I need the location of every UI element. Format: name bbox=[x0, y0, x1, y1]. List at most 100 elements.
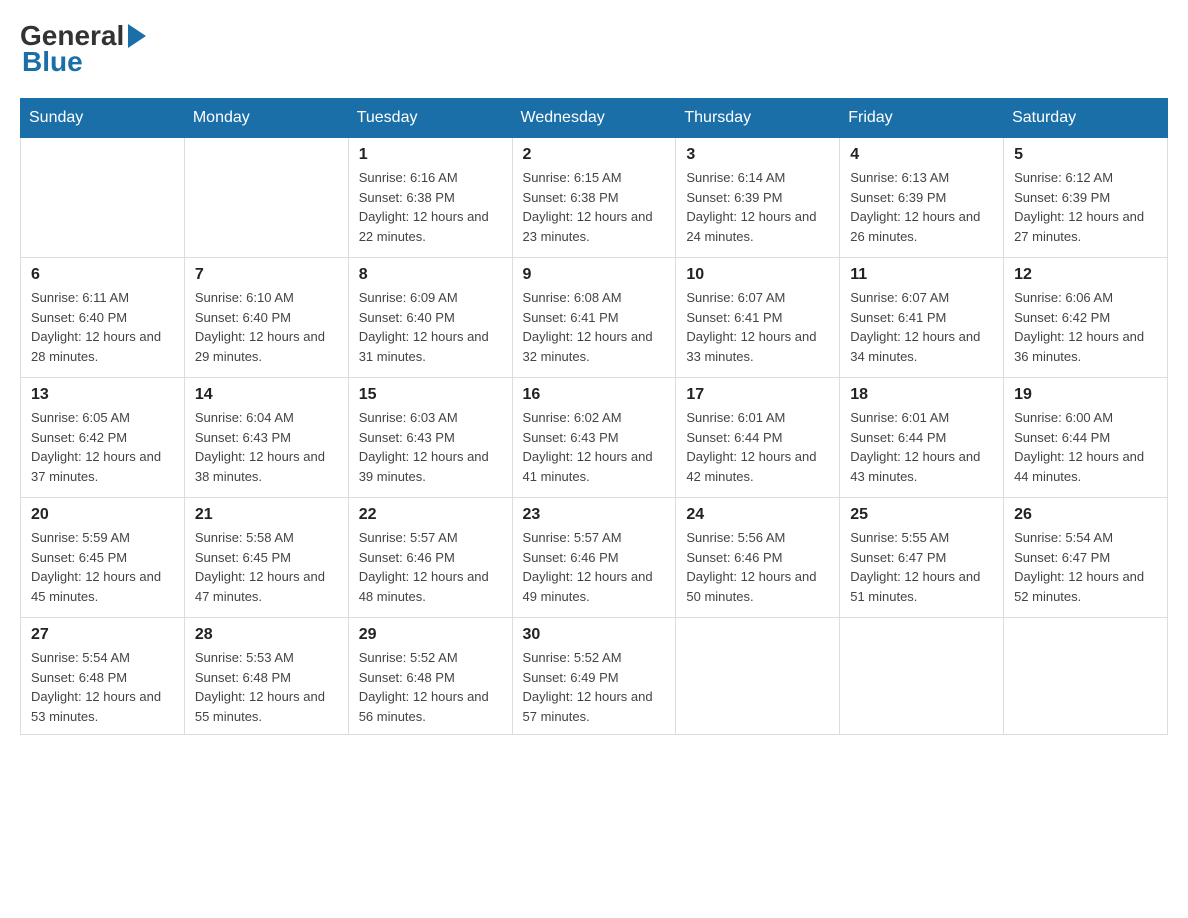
day-number: 19 bbox=[1014, 386, 1157, 404]
calendar-cell: 8Sunrise: 6:09 AMSunset: 6:40 PMDaylight… bbox=[348, 258, 512, 378]
day-info: Sunrise: 5:57 AMSunset: 6:46 PMDaylight:… bbox=[523, 528, 666, 606]
day-info: Sunrise: 6:06 AMSunset: 6:42 PMDaylight:… bbox=[1014, 288, 1157, 366]
day-number: 1 bbox=[359, 146, 502, 164]
calendar-cell: 2Sunrise: 6:15 AMSunset: 6:38 PMDaylight… bbox=[512, 138, 676, 258]
day-info: Sunrise: 6:03 AMSunset: 6:43 PMDaylight:… bbox=[359, 408, 502, 486]
day-number: 13 bbox=[31, 386, 174, 404]
day-number: 21 bbox=[195, 506, 338, 524]
calendar-cell: 16Sunrise: 6:02 AMSunset: 6:43 PMDayligh… bbox=[512, 378, 676, 498]
day-number: 3 bbox=[686, 146, 829, 164]
day-number: 27 bbox=[31, 626, 174, 644]
day-info: Sunrise: 6:14 AMSunset: 6:39 PMDaylight:… bbox=[686, 168, 829, 246]
calendar-cell: 10 Sunrise: 6:07 AMSunset: 6:41 PMDayligh… bbox=[676, 258, 840, 378]
day-number: 9 bbox=[523, 266, 666, 284]
weekday-header-friday: Friday bbox=[840, 99, 1004, 138]
weekday-header-tuesday: Tuesday bbox=[348, 99, 512, 138]
logo-blue-text: Blue bbox=[22, 46, 83, 78]
logo: General Blue bbox=[20, 20, 146, 78]
calendar-cell: 6 Sunrise: 6:11 AMSunset: 6:40 PMDaylight… bbox=[21, 258, 185, 378]
day-info: Sunrise: 6:01 AMSunset: 6:44 PMDaylight:… bbox=[686, 408, 829, 486]
calendar-cell: 25 Sunrise: 5:55 AMSunset: 6:47 PMDayligh… bbox=[840, 498, 1004, 618]
day-number: 18 bbox=[850, 386, 993, 404]
weekday-header-sunday: Sunday bbox=[21, 99, 185, 138]
calendar-cell bbox=[21, 138, 185, 258]
day-info: Sunrise: 5:53 AMSunset: 6:48 PMDaylight:… bbox=[195, 648, 338, 726]
calendar-cell bbox=[676, 618, 840, 735]
day-info: Sunrise: 5:54 AMSunset: 6:48 PMDaylight:… bbox=[31, 648, 174, 726]
day-info: Sunrise: 6:04 AMSunset: 6:43 PMDaylight:… bbox=[195, 408, 338, 486]
day-number: 4 bbox=[850, 146, 993, 164]
calendar-cell: 1 Sunrise: 6:16 AMSunset: 6:38 PMDaylight… bbox=[348, 138, 512, 258]
day-info: Sunrise: 5:54 AMSunset: 6:47 PMDaylight:… bbox=[1014, 528, 1157, 606]
calendar-cell: 17Sunrise: 6:01 AMSunset: 6:44 PMDayligh… bbox=[676, 378, 840, 498]
day-number: 30 bbox=[523, 626, 666, 644]
calendar-cell bbox=[1004, 618, 1168, 735]
calendar-cell: 15Sunrise: 6:03 AMSunset: 6:43 PMDayligh… bbox=[348, 378, 512, 498]
day-info: Sunrise: 5:57 AMSunset: 6:46 PMDaylight:… bbox=[359, 528, 502, 606]
day-number: 25 bbox=[850, 506, 993, 524]
day-number: 22 bbox=[359, 506, 502, 524]
day-info: Sunrise: 5:55 AMSunset: 6:47 PMDaylight:… bbox=[850, 528, 993, 606]
day-info: Sunrise: 6:11 AMSunset: 6:40 PMDaylight:… bbox=[31, 288, 174, 366]
calendar-cell bbox=[184, 138, 348, 258]
calendar-cell: 24 Sunrise: 5:56 AMSunset: 6:46 PMDayligh… bbox=[676, 498, 840, 618]
day-number: 20 bbox=[31, 506, 174, 524]
calendar-cell: 12 Sunrise: 6:06 AMSunset: 6:42 PMDayligh… bbox=[1004, 258, 1168, 378]
calendar-body: 1 Sunrise: 6:16 AMSunset: 6:38 PMDaylight… bbox=[21, 138, 1168, 735]
calendar-table: SundayMondayTuesdayWednesdayThursdayFrid… bbox=[20, 98, 1168, 735]
day-number: 23 bbox=[523, 506, 666, 524]
day-info: Sunrise: 6:13 AMSunset: 6:39 PMDaylight:… bbox=[850, 168, 993, 246]
calendar-week-row: 27 Sunrise: 5:54 AMSunset: 6:48 PMDayligh… bbox=[21, 618, 1168, 735]
weekday-header-wednesday: Wednesday bbox=[512, 99, 676, 138]
calendar-week-row: 6 Sunrise: 6:11 AMSunset: 6:40 PMDaylight… bbox=[21, 258, 1168, 378]
header: General Blue bbox=[20, 20, 1168, 78]
calendar-cell: 19 Sunrise: 6:00 AMSunset: 6:44 PMDayligh… bbox=[1004, 378, 1168, 498]
day-number: 24 bbox=[686, 506, 829, 524]
day-number: 2 bbox=[523, 146, 666, 164]
day-info: Sunrise: 6:05 AMSunset: 6:42 PMDaylight:… bbox=[31, 408, 174, 486]
calendar-cell: 7 Sunrise: 6:10 AMSunset: 6:40 PMDaylight… bbox=[184, 258, 348, 378]
day-number: 26 bbox=[1014, 506, 1157, 524]
day-info: Sunrise: 6:01 AMSunset: 6:44 PMDaylight:… bbox=[850, 408, 993, 486]
day-info: Sunrise: 6:00 AMSunset: 6:44 PMDaylight:… bbox=[1014, 408, 1157, 486]
day-info: Sunrise: 6:10 AMSunset: 6:40 PMDaylight:… bbox=[195, 288, 338, 366]
calendar-cell: 18 Sunrise: 6:01 AMSunset: 6:44 PMDayligh… bbox=[840, 378, 1004, 498]
calendar-cell: 14Sunrise: 6:04 AMSunset: 6:43 PMDayligh… bbox=[184, 378, 348, 498]
calendar-cell: 9 Sunrise: 6:08 AMSunset: 6:41 PMDaylight… bbox=[512, 258, 676, 378]
calendar-cell: 21 Sunrise: 5:58 AMSunset: 6:45 PMDayligh… bbox=[184, 498, 348, 618]
calendar-week-row: 1 Sunrise: 6:16 AMSunset: 6:38 PMDaylight… bbox=[21, 138, 1168, 258]
day-info: Sunrise: 6:08 AMSunset: 6:41 PMDaylight:… bbox=[523, 288, 666, 366]
day-info: Sunrise: 5:52 AMSunset: 6:49 PMDaylight:… bbox=[523, 648, 666, 726]
calendar-cell: 29 Sunrise: 5:52 AMSunset: 6:48 PMDayligh… bbox=[348, 618, 512, 735]
logo-arrow-icon bbox=[128, 24, 146, 48]
calendar-cell: 27 Sunrise: 5:54 AMSunset: 6:48 PMDayligh… bbox=[21, 618, 185, 735]
day-info: Sunrise: 5:52 AMSunset: 6:48 PMDaylight:… bbox=[359, 648, 502, 726]
day-info: Sunrise: 6:09 AMSunset: 6:40 PMDaylight:… bbox=[359, 288, 502, 366]
day-info: Sunrise: 5:58 AMSunset: 6:45 PMDaylight:… bbox=[195, 528, 338, 606]
day-number: 6 bbox=[31, 266, 174, 284]
weekday-header-monday: Monday bbox=[184, 99, 348, 138]
day-number: 11 bbox=[850, 266, 993, 284]
day-number: 29 bbox=[359, 626, 502, 644]
calendar-week-row: 20 Sunrise: 5:59 AMSunset: 6:45 PMDayligh… bbox=[21, 498, 1168, 618]
calendar-cell: 3 Sunrise: 6:14 AMSunset: 6:39 PMDaylight… bbox=[676, 138, 840, 258]
day-number: 7 bbox=[195, 266, 338, 284]
weekday-header-thursday: Thursday bbox=[676, 99, 840, 138]
day-number: 5 bbox=[1014, 146, 1157, 164]
calendar-cell: 26 Sunrise: 5:54 AMSunset: 6:47 PMDayligh… bbox=[1004, 498, 1168, 618]
calendar-cell: 22 Sunrise: 5:57 AMSunset: 6:46 PMDayligh… bbox=[348, 498, 512, 618]
weekday-header-row: SundayMondayTuesdayWednesdayThursdayFrid… bbox=[21, 99, 1168, 138]
day-info: Sunrise: 6:07 AMSunset: 6:41 PMDaylight:… bbox=[850, 288, 993, 366]
day-number: 28 bbox=[195, 626, 338, 644]
day-number: 10 bbox=[686, 266, 829, 284]
calendar-cell: 11 Sunrise: 6:07 AMSunset: 6:41 PMDayligh… bbox=[840, 258, 1004, 378]
day-number: 12 bbox=[1014, 266, 1157, 284]
day-info: Sunrise: 5:59 AMSunset: 6:45 PMDaylight:… bbox=[31, 528, 174, 606]
day-number: 16 bbox=[523, 386, 666, 404]
day-info: Sunrise: 6:07 AMSunset: 6:41 PMDaylight:… bbox=[686, 288, 829, 366]
calendar-cell bbox=[840, 618, 1004, 735]
day-info: Sunrise: 6:16 AMSunset: 6:38 PMDaylight:… bbox=[359, 168, 502, 246]
calendar-cell: 20 Sunrise: 5:59 AMSunset: 6:45 PMDayligh… bbox=[21, 498, 185, 618]
calendar-week-row: 13 Sunrise: 6:05 AMSunset: 6:42 PMDayligh… bbox=[21, 378, 1168, 498]
day-info: Sunrise: 5:56 AMSunset: 6:46 PMDaylight:… bbox=[686, 528, 829, 606]
